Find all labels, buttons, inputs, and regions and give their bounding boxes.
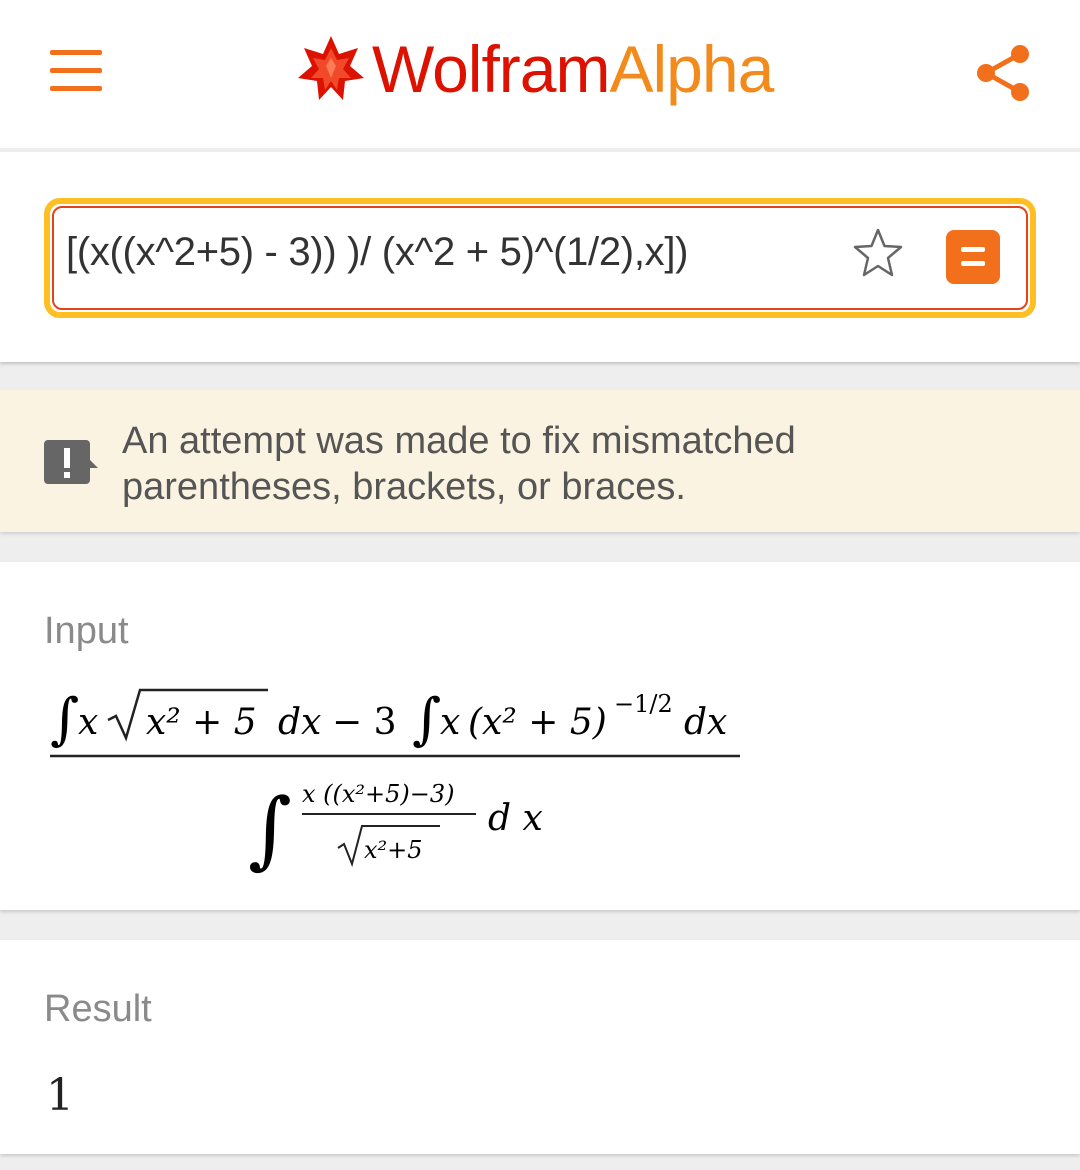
integral-sign-1: ∫ [50,687,79,752]
logo-alpha-text: Alpha [609,32,774,106]
input-pod: Input ∫ x x² + 5 dx − 3 ∫ x (x² + 5) −1/… [0,562,1080,910]
dx-2: dx [684,702,727,743]
integral-sign-3: ∫ [248,780,292,878]
result-pod: Result [0,940,1080,1154]
integral-sign-2: ∫ [412,687,441,752]
hamburger-menu-icon[interactable] [50,50,106,92]
equals-icon [961,247,985,252]
search-card: [(x((x^2+5) - 3)) )/ (x^2 + 5)^(1/2),x]) [0,152,1080,362]
warning-text: An attempt was made to fix mismatched pa… [122,418,1022,510]
exponent: −1/2 [614,690,673,718]
dx-1: dx [278,702,321,743]
paren-body: (x² + 5) [468,702,607,743]
star-outline-icon[interactable] [850,226,906,282]
sqrt-arg-1: x² + 5 [146,702,257,743]
inner-denominator: x²+5 [364,836,423,864]
math-var-x-2: x [440,702,460,743]
search-query-text[interactable]: [(x((x^2+5) - 3)) )/ (x^2 + 5)^(1/2),x]) [66,230,688,275]
wolfram-alpha-logo: WolframAlpha [296,24,774,114]
result-pod-title: Result [44,988,152,1030]
search-input[interactable]: [(x((x^2+5) - 3)) )/ (x^2 + 5)^(1/2),x]) [44,198,1036,318]
warning-text-line2: parentheses, brackets, or braces. [122,466,686,508]
minus-three: − 3 [332,702,397,743]
equals-button[interactable] [946,230,1000,284]
exclamation-badge-icon [44,440,98,484]
math-var-x: x [78,702,98,743]
input-pod-title: Input [44,610,129,652]
result-value[interactable]: 1 [46,1070,74,1121]
wolfram-spikey-icon [298,36,364,100]
logo-wolfram-text: Wolfram [372,32,610,106]
warning-text-line1: An attempt was made to fix mismatched [122,420,796,462]
dx-3: d x [488,798,543,839]
input-formula[interactable]: ∫ x x² + 5 dx − 3 ∫ x (x² + 5) −1/2 dx ∫… [40,680,760,880]
top-app-bar: WolframAlpha [0,0,1080,148]
share-icon[interactable] [972,42,1034,104]
inner-numerator: x ((x²+5)−3) [302,780,455,808]
